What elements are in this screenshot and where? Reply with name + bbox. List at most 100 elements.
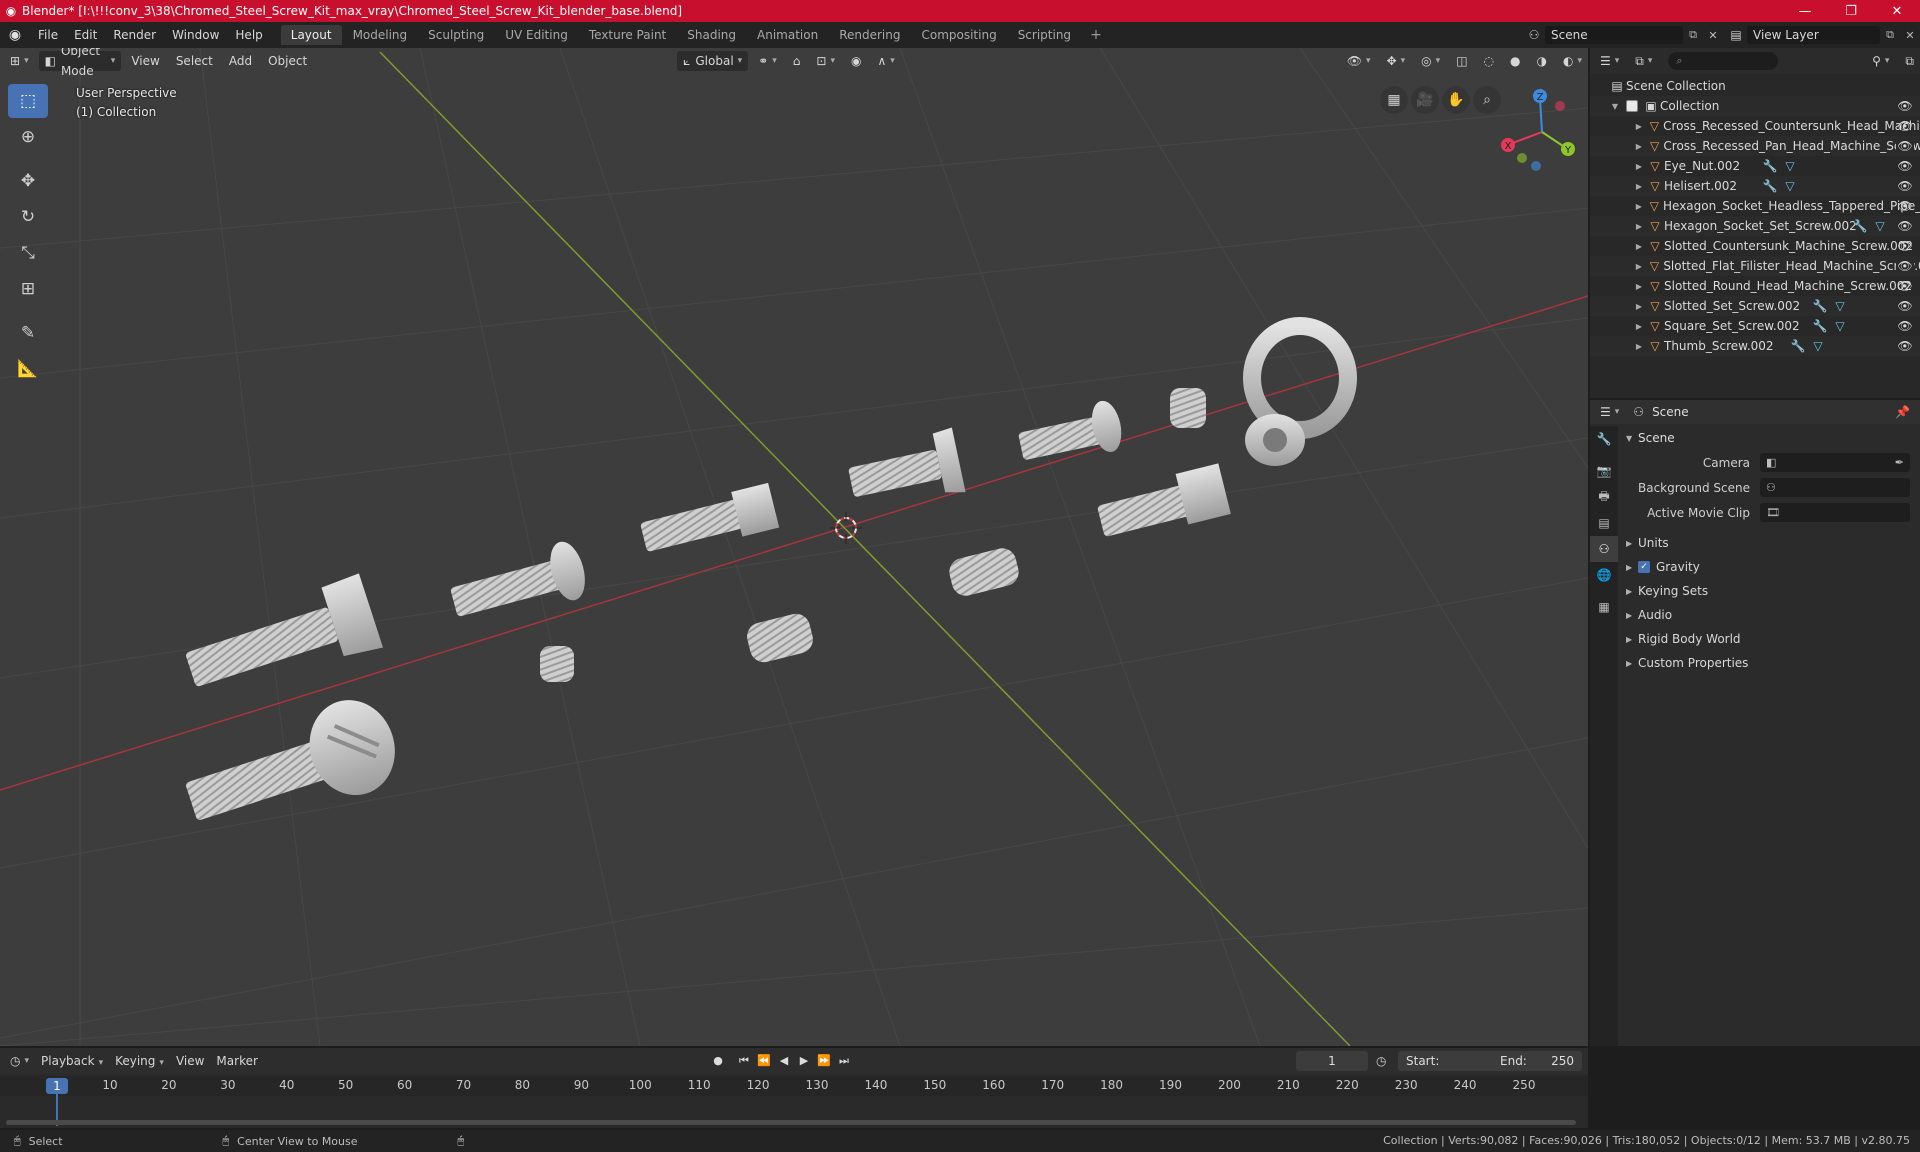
gizmo-y-axis[interactable]: Y — [1561, 142, 1575, 156]
transform-orientation-dropdown[interactable]: ⟀ Global ▾ — [677, 51, 749, 71]
eye-icon[interactable]: 👁 — [1896, 196, 1914, 216]
scene-panel-header[interactable]: ▼ Scene — [1620, 426, 1920, 450]
modifier-wrench-icon[interactable]: 🔧 — [1788, 339, 1808, 353]
end-frame-field[interactable]: End: 250 — [1492, 1051, 1582, 1071]
mesh-data-icon[interactable]: ▽ — [1870, 219, 1890, 233]
shading-material-icon[interactable]: ◑ — [1531, 51, 1553, 71]
toggle-grid-icon[interactable]: ▦ — [1380, 86, 1408, 114]
mesh-data-icon[interactable]: ▽ — [1808, 339, 1828, 353]
eye-icon[interactable]: 👁 — [1896, 176, 1914, 196]
eye-icon[interactable]: 👁 — [1896, 316, 1914, 336]
modifier-wrench-icon[interactable]: 🔧 — [1760, 179, 1780, 193]
3d-viewport[interactable]: ⊞ ▾ ◧ Object Mode ▾ View Select Add Objec… — [0, 48, 1588, 1046]
collection-checkbox[interactable] — [1626, 100, 1638, 112]
editor-type-icon[interactable]: ⊞ ▾ — [4, 51, 35, 71]
view-layer-name-field[interactable]: View Layer — [1747, 26, 1880, 44]
menu-help[interactable]: Help — [227, 22, 270, 48]
eye-icon[interactable]: 👁 — [1896, 296, 1914, 316]
tab-sculpting[interactable]: Sculpting — [418, 25, 494, 45]
expand-triangle-icon[interactable]: ▶ — [1632, 302, 1646, 311]
tab-render-icon[interactable]: 📷 — [1590, 458, 1618, 484]
viewport-menu-view[interactable]: View — [125, 51, 165, 71]
proportional-edit-icon[interactable]: ◉ — [845, 51, 867, 71]
mesh-data-icon[interactable]: ▽ — [1780, 179, 1800, 193]
transform-tool-icon[interactable]: ⊞ — [8, 272, 48, 306]
panel-gravity[interactable]: ▶ ✓ Gravity — [1620, 555, 1920, 579]
object-mode-dropdown[interactable]: ◧ Object Mode ▾ — [38, 48, 122, 78]
viewport-menu-object[interactable]: Object — [262, 51, 313, 71]
annotate-tool-icon[interactable]: ✎ — [8, 316, 48, 350]
current-frame-indicator[interactable]: 1 — [46, 1078, 68, 1094]
modifier-wrench-icon[interactable]: 🔧 — [1810, 319, 1830, 333]
new-view-layer-icon[interactable]: ⧉ — [1880, 28, 1900, 42]
tab-world-icon[interactable]: 🌐 — [1590, 562, 1618, 588]
preview-range-clock-icon[interactable]: ◷ — [1376, 1051, 1386, 1071]
scale-tool-icon[interactable]: ⤡ — [8, 236, 48, 270]
outliner-editor-type-icon[interactable]: ☰ ▾ — [1594, 51, 1625, 71]
close-button[interactable]: ✕ — [1874, 0, 1920, 22]
play-icon[interactable]: ▶ — [794, 1051, 814, 1071]
expand-triangle-icon[interactable]: ▶ — [1632, 342, 1646, 351]
tab-texture-paint[interactable]: Texture Paint — [579, 25, 676, 45]
scene-selector[interactable]: ⚇ Scene ⧉ ✕ — [1523, 25, 1723, 45]
current-frame-field[interactable]: 1 — [1296, 1051, 1368, 1071]
pivot-point-icon[interactable]: ⚭ ▾ — [752, 51, 783, 71]
tree-scene-collection[interactable]: ▤ Scene Collection — [1590, 76, 1920, 96]
panel-keying-sets[interactable]: ▶ Keying Sets — [1620, 579, 1920, 603]
jump-start-icon[interactable]: ⏮ — [734, 1051, 754, 1071]
shading-solid-icon[interactable]: ● — [1504, 51, 1526, 71]
outliner-object-row[interactable]: ▶ ▽ Slotted_Set_Screw.002 👁 🔧 ▽ — [1590, 296, 1920, 316]
panel-custom-properties[interactable]: ▶ Custom Properties — [1620, 651, 1920, 675]
outliner-object-row[interactable]: ▶ ▽ Slotted_Flat_Filister_Head_Machine_Scr… — [1590, 256, 1920, 276]
mesh-data-icon[interactable]: ▽ — [1780, 159, 1800, 173]
menu-file[interactable]: File — [30, 22, 66, 48]
eye-icon[interactable]: 👁 — [1896, 96, 1914, 116]
tab-shading[interactable]: Shading — [677, 25, 746, 45]
outliner-object-row[interactable]: ▶ ▽ Square_Set_Screw.002 👁 🔧 ▽ — [1590, 316, 1920, 336]
active-movie-clip-field[interactable]: 🎞 — [1760, 503, 1910, 522]
outliner-object-row[interactable]: ▶ ▽ Hexagon_Socket_Set_Screw.002 👁 🔧 ▽ — [1590, 216, 1920, 236]
eye-icon[interactable]: 👁 — [1896, 336, 1914, 356]
outliner-object-row[interactable]: ▶ ▽ Hexagon_Socket_Headless_Tappered_Pipe_… — [1590, 196, 1920, 216]
tab-rendering[interactable]: Rendering — [829, 25, 910, 45]
tab-scripting[interactable]: Scripting — [1008, 25, 1081, 45]
visibility-icon[interactable]: 👁 ▾ — [1341, 51, 1377, 71]
collapse-triangle-icon[interactable]: ▼ — [1608, 102, 1622, 111]
timeline-menu-playback[interactable]: Playback ▾ — [35, 1054, 109, 1068]
scene-name-field[interactable]: Scene — [1545, 26, 1683, 44]
expand-triangle-icon[interactable]: ▶ — [1632, 162, 1646, 171]
modifier-wrench-icon[interactable]: 🔧 — [1810, 299, 1830, 313]
tab-view-layer-icon[interactable]: ▤ — [1590, 510, 1618, 536]
panel-audio[interactable]: ▶ Audio — [1620, 603, 1920, 627]
minimize-button[interactable]: — — [1782, 0, 1828, 22]
tab-animation[interactable]: Animation — [747, 25, 828, 45]
jump-keyframe-forward-icon[interactable]: ⏩ — [814, 1051, 834, 1071]
snap-target-icon[interactable]: ⊡ ▾ — [810, 51, 841, 71]
gizmo-z-axis[interactable]: Z — [1533, 89, 1547, 103]
tab-scene-icon[interactable]: ⚇ — [1590, 536, 1618, 562]
eye-icon[interactable]: 👁 — [1896, 256, 1914, 276]
delete-scene-icon[interactable]: ✕ — [1703, 29, 1723, 42]
expand-triangle-icon[interactable]: ▶ — [1632, 262, 1646, 271]
tab-layout[interactable]: Layout — [280, 25, 342, 45]
jump-keyframe-back-icon[interactable]: ⏪ — [754, 1051, 774, 1071]
new-scene-icon[interactable]: ⧉ — [1683, 28, 1703, 42]
cursor-tool-icon[interactable]: ⊕ — [8, 120, 48, 154]
xray-toggle-icon[interactable]: ◫ — [1450, 51, 1473, 71]
outliner-object-row[interactable]: ▶ ▽ Eye_Nut.002 👁 🔧 ▽ — [1590, 156, 1920, 176]
properties-editor-type-icon[interactable]: ☰ ▾ — [1594, 402, 1625, 422]
expand-triangle-icon[interactable]: ▶ — [1632, 122, 1646, 131]
overlay-toggle-icon[interactable]: ◎ ▾ — [1415, 51, 1446, 71]
viewport-menu-select[interactable]: Select — [170, 51, 219, 71]
modifier-wrench-icon[interactable]: 🔧 — [1760, 159, 1780, 173]
panel-rigid-body-world[interactable]: ▶ Rigid Body World — [1620, 627, 1920, 651]
rotate-tool-icon[interactable]: ↻ — [8, 200, 48, 234]
frame-ruler[interactable]: 1102030405060708090100110120130140150160… — [0, 1076, 1588, 1096]
mesh-data-icon[interactable]: ▽ — [1830, 319, 1850, 333]
select-box-tool-icon[interactable]: ⬚ — [8, 84, 48, 118]
blender-menu-icon[interactable]: ◉ — [0, 27, 30, 43]
filter-icon[interactable]: ⚲ ▾ — [1866, 51, 1895, 71]
eye-icon[interactable]: 👁 — [1896, 236, 1914, 256]
outliner-search-input[interactable]: ⌕ — [1668, 52, 1779, 70]
modifier-wrench-icon[interactable]: 🔧 — [1850, 219, 1870, 233]
